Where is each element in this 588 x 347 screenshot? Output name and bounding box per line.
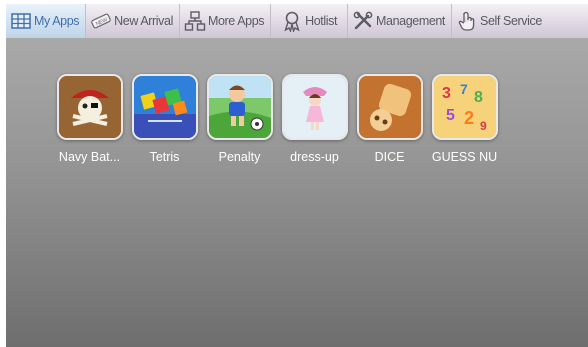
- soccer-player-icon[interactable]: [206, 74, 273, 140]
- ribbon-icon: [281, 10, 303, 32]
- app-dress-up[interactable]: dress-up: [277, 74, 352, 164]
- tab-bar: My Apps NEW New Arrival More Apps Hotlis…: [6, 4, 588, 39]
- numbers-icon[interactable]: 378 529: [431, 74, 498, 140]
- svg-text:2: 2: [464, 108, 474, 128]
- app-guess-number[interactable]: 378 529 GUESS NU: [427, 74, 502, 164]
- app-tetris[interactable]: Tetris: [127, 74, 202, 164]
- tab-management[interactable]: Management: [348, 4, 453, 38]
- svg-text:9: 9: [480, 119, 487, 133]
- tab-label: More Apps: [207, 14, 265, 28]
- svg-text:8: 8: [474, 89, 483, 106]
- app-navy-battle[interactable]: Navy Bat...: [52, 74, 127, 164]
- tetris-blocks-icon[interactable]: [131, 74, 198, 140]
- tab-new-arrival[interactable]: NEW New Arrival: [86, 4, 180, 38]
- app-label: Navy Bat...: [58, 150, 121, 164]
- app-label: DICE: [374, 150, 405, 164]
- app-label: dress-up: [290, 150, 339, 164]
- tab-label: Hotlist: [305, 14, 338, 28]
- app-window: My Apps NEW New Arrival More Apps Hotlis…: [0, 0, 588, 347]
- svg-text:5: 5: [446, 107, 455, 124]
- tab-label: My Apps: [34, 14, 80, 28]
- new-tag-icon: NEW: [90, 10, 112, 32]
- tab-my-apps[interactable]: My Apps: [6, 4, 87, 38]
- tab-self-service[interactable]: Self Service: [452, 4, 548, 38]
- pirate-skull-icon[interactable]: [56, 74, 123, 140]
- app-label: GUESS NU: [431, 150, 498, 164]
- hand-pointer-icon: [456, 10, 478, 32]
- app-dice[interactable]: DICE: [352, 74, 427, 164]
- tab-more-apps[interactable]: More Apps: [180, 4, 272, 38]
- app-penalty[interactable]: Penalty: [202, 74, 277, 164]
- tab-label: Self Service: [480, 14, 542, 28]
- tab-hotlist[interactable]: Hotlist: [271, 4, 349, 38]
- grid-icon: [10, 10, 32, 32]
- apps-panel: Navy Bat... Tetris Penalty dress-up DICE…: [6, 38, 588, 347]
- app-label: Penalty: [218, 150, 261, 164]
- dress-up-girl-icon[interactable]: [281, 74, 348, 140]
- dice-icon[interactable]: [356, 74, 423, 140]
- app-grid: Navy Bat... Tetris Penalty dress-up DICE…: [52, 74, 502, 164]
- svg-text:7: 7: [460, 81, 468, 97]
- app-label: Tetris: [149, 150, 180, 164]
- tab-label: Management: [376, 14, 446, 28]
- svg-text:3: 3: [442, 85, 451, 102]
- tools-icon: [352, 10, 374, 32]
- network-icon: [184, 10, 206, 32]
- tab-label: New Arrival: [114, 14, 173, 28]
